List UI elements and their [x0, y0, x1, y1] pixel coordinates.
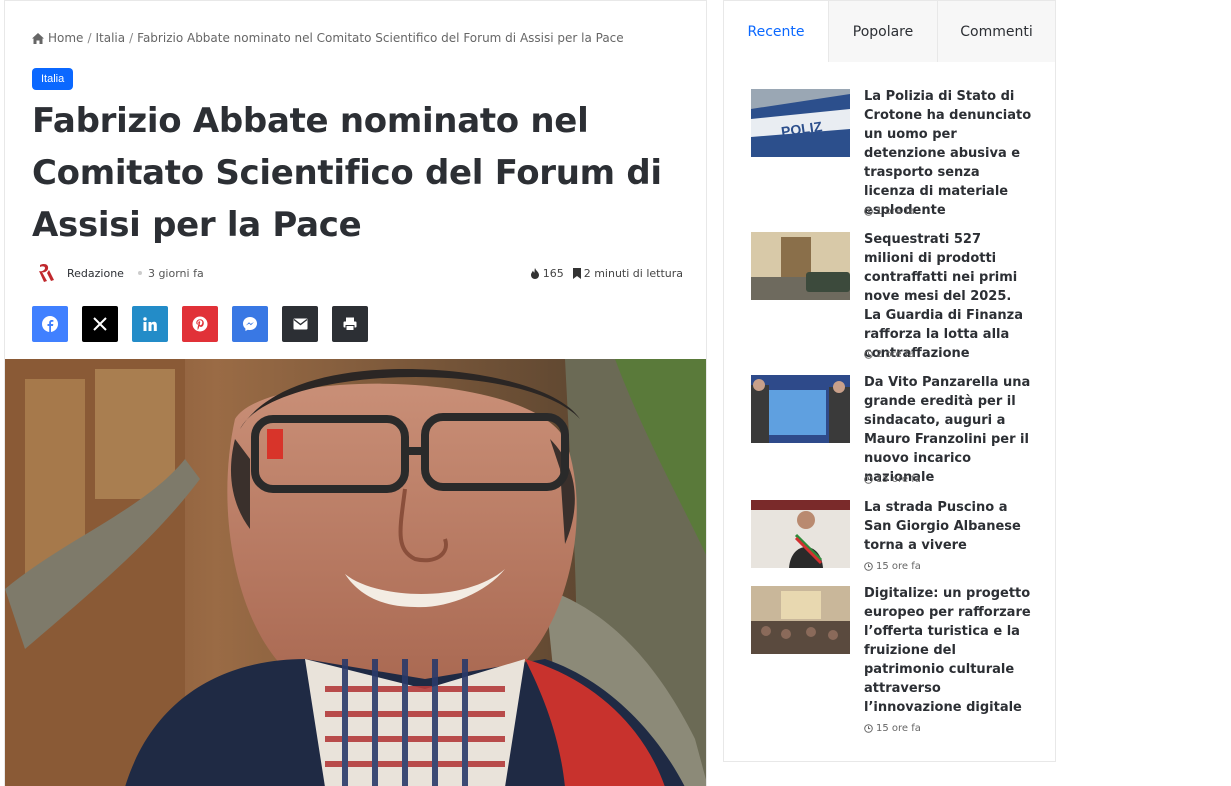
publish-date: 3 giorni fa: [147, 266, 204, 280]
breadcrumb-separator: /: [129, 31, 134, 45]
post-title[interactable]: La Polizia di Stato di Crotone ha denunc…: [864, 87, 1032, 220]
category-badge[interactable]: Italia: [32, 68, 74, 90]
post-time: 15 ore fa: [864, 474, 921, 485]
article-title: Fabrizio Abbate nominato nel Comitato Sc…: [32, 101, 662, 245]
views-count: 165: [530, 267, 564, 280]
linkedin-icon: [143, 317, 157, 331]
post-time: 15 ore fa: [864, 561, 921, 572]
post-title[interactable]: La strada Puscino a San Giorgio Albanese…: [864, 498, 1032, 555]
clock-icon: [864, 207, 873, 216]
post-title[interactable]: Sequestrati 527 milioni di prodotti cont…: [864, 230, 1032, 363]
clock-icon: [864, 562, 873, 571]
share-pinterest-button[interactable]: [182, 306, 218, 342]
article-meta: Redazione 3 giorni fa 165 2 minuti di le…: [35, 259, 683, 287]
post-title[interactable]: Da Vito Panzarella una grande eredità pe…: [864, 373, 1032, 487]
article-hero-image: [5, 359, 706, 786]
clock-icon: [864, 724, 873, 733]
tab-popolare[interactable]: Popolare: [828, 1, 937, 62]
sidebar-widget: Recente Popolare Commenti POLIZ La Poliz…: [723, 0, 1056, 762]
share-linkedin-button[interactable]: [132, 306, 168, 342]
share-messenger-button[interactable]: [232, 306, 268, 342]
breadcrumb-category-link[interactable]: Italia: [95, 31, 125, 45]
clock-icon: [864, 475, 873, 484]
tab-recente[interactable]: Recente: [724, 1, 828, 62]
facebook-icon: [42, 316, 58, 332]
sidebar-tabs: Recente Popolare Commenti: [724, 1, 1055, 62]
pinterest-icon: [192, 316, 208, 332]
post-thumbnail[interactable]: [751, 375, 850, 443]
post-title[interactable]: Digitalize: un progetto europeo per raff…: [864, 584, 1032, 717]
breadcrumb-separator: /: [87, 31, 92, 45]
post-thumbnail[interactable]: [751, 232, 850, 300]
tab-commenti[interactable]: Commenti: [937, 1, 1055, 62]
article-container: Home / Italia / Fabrizio Abbate nominato…: [4, 0, 707, 786]
share-x-button[interactable]: [82, 306, 118, 342]
author-avatar[interactable]: [35, 261, 59, 285]
post-time: 2 ore fa: [864, 349, 915, 360]
breadcrumb-current: Fabrizio Abbate nominato nel Comitato Sc…: [137, 31, 624, 45]
post-time: 1 ora fa: [864, 206, 915, 217]
post-thumbnail[interactable]: POLIZ: [751, 89, 850, 157]
email-icon: [293, 318, 308, 330]
share-facebook-button[interactable]: [32, 306, 68, 342]
post-thumbnail[interactable]: [751, 500, 850, 568]
x-icon: [93, 317, 107, 331]
share-email-button[interactable]: [282, 306, 318, 342]
share-buttons: [32, 306, 368, 342]
share-print-button[interactable]: [332, 306, 368, 342]
reading-time: 2 minuti di lettura: [572, 267, 683, 280]
author-name[interactable]: Redazione: [67, 267, 124, 280]
bookmark-icon: [572, 267, 581, 279]
messenger-icon: [242, 316, 258, 332]
meta-separator-dot: [137, 271, 142, 275]
flame-icon: [530, 267, 540, 279]
breadcrumb: Home / Italia / Fabrizio Abbate nominato…: [32, 31, 624, 45]
breadcrumb-home-link[interactable]: Home: [48, 31, 83, 45]
clock-icon: [864, 350, 873, 359]
home-icon: [32, 32, 44, 44]
print-icon: [343, 317, 357, 331]
post-time: 15 ore fa: [864, 723, 921, 734]
post-thumbnail[interactable]: [751, 586, 850, 654]
